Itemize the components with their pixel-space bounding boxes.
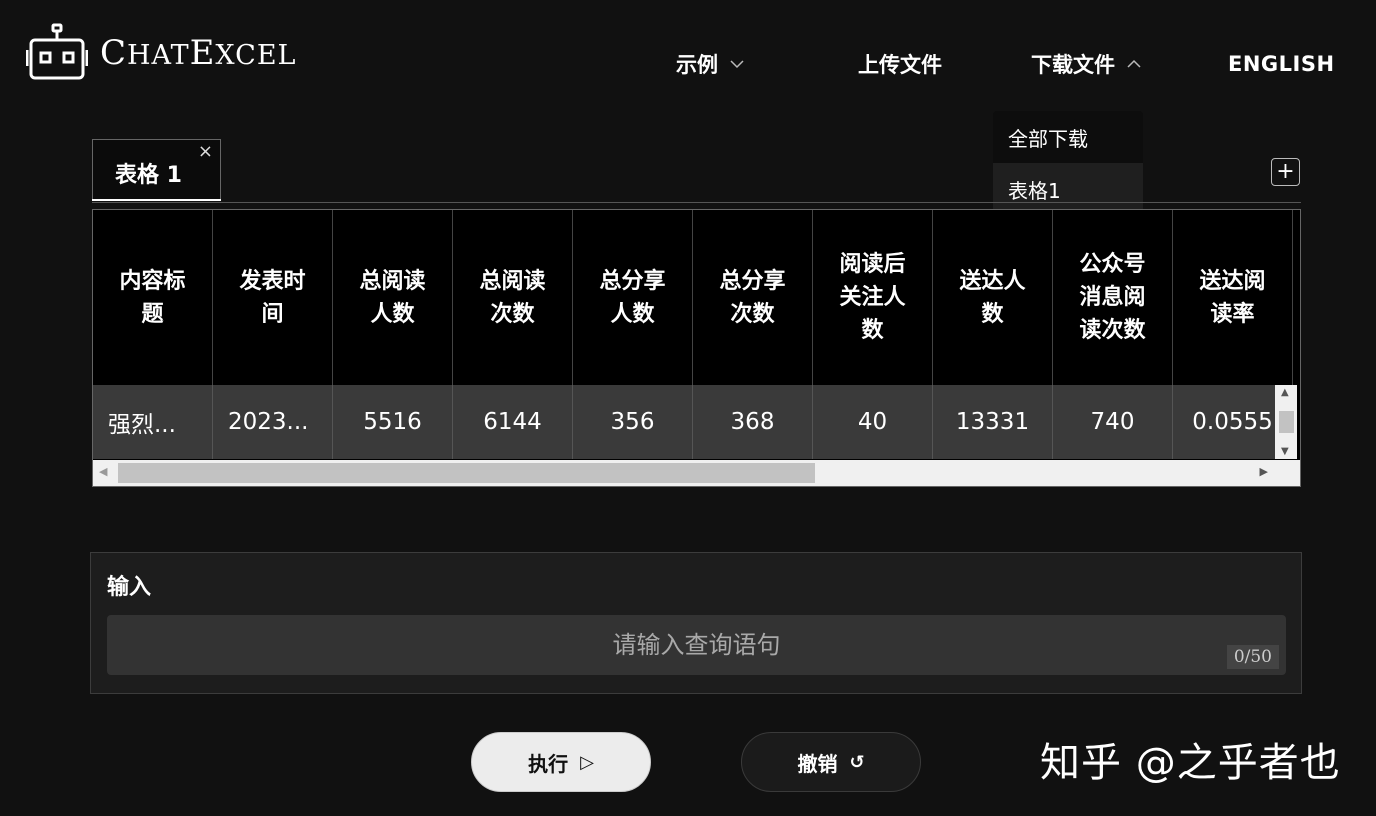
table-header-row: 内容标题 发表时间 总阅读人数 总阅读次数 总分享人数 总分享次数 阅读后关注人… xyxy=(93,210,1293,385)
undo-icon: ↺ xyxy=(849,751,865,773)
column-header[interactable]: 送达人数 xyxy=(933,210,1053,385)
query-input[interactable] xyxy=(107,615,1286,675)
nav-download-label: 下载文件 xyxy=(1031,53,1115,77)
nav-english-label: ENGLISH xyxy=(1228,52,1335,76)
undo-button[interactable]: 撤销 ↺ xyxy=(741,732,921,792)
data-table: 内容标题 发表时间 总阅读人数 总阅读次数 总分享人数 总分享次数 阅读后关注人… xyxy=(92,209,1301,487)
play-icon: ▷ xyxy=(580,751,594,773)
scroll-up-icon[interactable]: ▲ xyxy=(1281,387,1289,398)
scroll-right-icon[interactable]: ▶ xyxy=(1260,465,1268,478)
close-icon[interactable]: × xyxy=(198,143,213,161)
column-header[interactable]: 内容标题 xyxy=(93,210,213,385)
tab-active-indicator xyxy=(92,199,221,201)
table-row: 强烈... 2023... 5516 6144 356 368 40 13331… xyxy=(93,385,1293,459)
column-header[interactable]: 阅读后关注人数 xyxy=(813,210,933,385)
download-sheet1-item[interactable]: 表格1 xyxy=(993,163,1143,215)
scroll-down-icon[interactable]: ▼ xyxy=(1281,446,1289,457)
nav-upload[interactable]: 上传文件 xyxy=(858,50,942,78)
vertical-scrollbar[interactable]: ▲ ▼ xyxy=(1275,385,1297,459)
nav-language-english[interactable]: ENGLISH xyxy=(1228,50,1335,78)
input-label: 输入 xyxy=(107,575,152,600)
column-header[interactable]: 发表时间 xyxy=(213,210,333,385)
nav-download[interactable]: 下载文件 xyxy=(1031,50,1141,78)
undo-button-label: 撤销 xyxy=(797,751,838,776)
column-header[interactable]: 总分享人数 xyxy=(573,210,693,385)
chevron-up-icon xyxy=(1127,59,1141,68)
column-header[interactable]: 总阅读次数 xyxy=(453,210,573,385)
vertical-scroll-thumb[interactable] xyxy=(1279,411,1294,433)
add-tab-button[interactable]: + xyxy=(1271,158,1300,186)
query-panel: 输入 0/50 xyxy=(90,552,1302,694)
char-counter: 0/50 xyxy=(1226,645,1279,669)
table-cell[interactable]: 356 xyxy=(573,385,693,459)
run-button[interactable]: 执行 ▷ xyxy=(471,732,651,792)
column-header[interactable]: 送达阅读率 xyxy=(1173,210,1293,385)
download-all-item[interactable]: 全部下载 xyxy=(993,111,1143,163)
app-title: CHATEXCEL xyxy=(100,33,297,73)
app-logo[interactable]: CHATEXCEL xyxy=(26,22,296,82)
column-header[interactable]: 公众号消息阅读次数 xyxy=(1053,210,1173,385)
column-header[interactable]: 总分享次数 xyxy=(693,210,813,385)
table-cell[interactable]: 5516 xyxy=(333,385,453,459)
robot-icon xyxy=(26,23,88,80)
horizontal-scroll-thumb[interactable] xyxy=(118,463,815,483)
table-cell[interactable]: 40 xyxy=(813,385,933,459)
table-cell[interactable]: 13331 xyxy=(933,385,1053,459)
table-cell[interactable]: 6144 xyxy=(453,385,573,459)
download-dropdown: 全部下载 表格1 xyxy=(993,111,1143,223)
chevron-down-icon xyxy=(730,60,744,69)
table-cell[interactable]: 强烈... xyxy=(93,385,213,459)
table-cell[interactable]: 368 xyxy=(693,385,813,459)
tab-bar-divider xyxy=(92,202,1301,203)
run-button-label: 执行 xyxy=(528,751,569,776)
watermark: 知乎 @之乎者也 xyxy=(1040,740,1341,786)
column-header[interactable]: 总阅读人数 xyxy=(333,210,453,385)
nav-examples-label: 示例 xyxy=(676,53,718,77)
table-cell[interactable]: 740 xyxy=(1053,385,1173,459)
horizontal-scrollbar[interactable]: ◀ ▶ xyxy=(93,460,1300,486)
scroll-left-icon[interactable]: ◀ xyxy=(99,465,107,478)
nav-upload-label: 上传文件 xyxy=(858,53,942,77)
tab-sheet-1[interactable]: 表格 1 × xyxy=(92,139,221,200)
table-cell[interactable]: 2023... xyxy=(213,385,333,459)
nav-examples[interactable]: 示例 xyxy=(676,50,744,78)
tab-label: 表格 1 xyxy=(115,163,182,188)
